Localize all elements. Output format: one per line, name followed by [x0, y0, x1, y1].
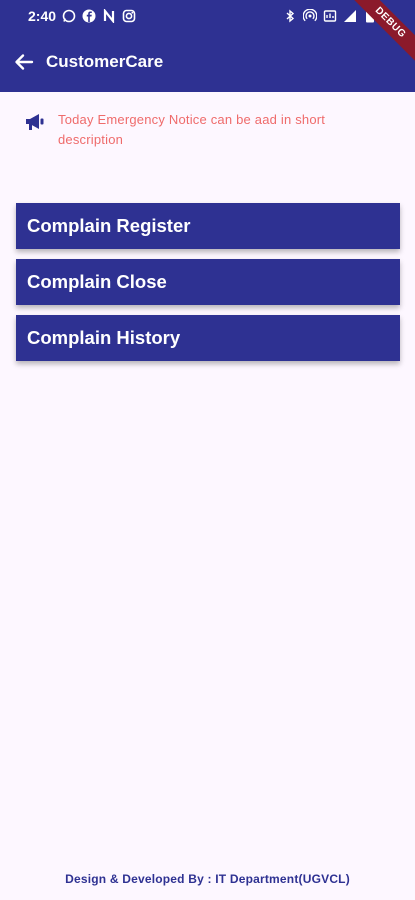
app-bar: 2:40 CustomerCare DEBUG	[0, 0, 415, 92]
complain-register-button[interactable]: Complain Register	[16, 203, 400, 249]
notification-icons	[62, 9, 136, 23]
n-app-icon	[102, 9, 116, 23]
megaphone-icon	[24, 112, 46, 132]
whatsapp-icon	[62, 9, 76, 23]
toolbar: CustomerCare	[0, 40, 415, 84]
data-saver-icon	[323, 9, 337, 23]
hotspot-icon	[303, 9, 317, 23]
menu-list: Complain Register Complain Close Complai…	[16, 203, 400, 371]
page-title: CustomerCare	[46, 52, 164, 71]
signal-icon	[343, 9, 357, 23]
bluetooth-icon	[283, 9, 297, 23]
instagram-icon	[122, 9, 136, 23]
facebook-icon	[82, 9, 96, 23]
complain-close-button[interactable]: Complain Close	[16, 259, 400, 305]
footer-credit: Design & Developed By : IT Department(UG…	[65, 872, 350, 886]
emergency-notice: Today Emergency Notice can be aad in sho…	[24, 110, 384, 150]
back-button[interactable]	[12, 50, 36, 74]
status-bar: 2:40	[0, 0, 415, 32]
complain-history-button[interactable]: Complain History	[16, 315, 400, 361]
system-icons	[283, 9, 377, 23]
status-time: 2:40	[28, 8, 57, 24]
notice-text: Today Emergency Notice can be aad in sho…	[58, 112, 326, 147]
arrow-left-icon	[15, 54, 34, 70]
